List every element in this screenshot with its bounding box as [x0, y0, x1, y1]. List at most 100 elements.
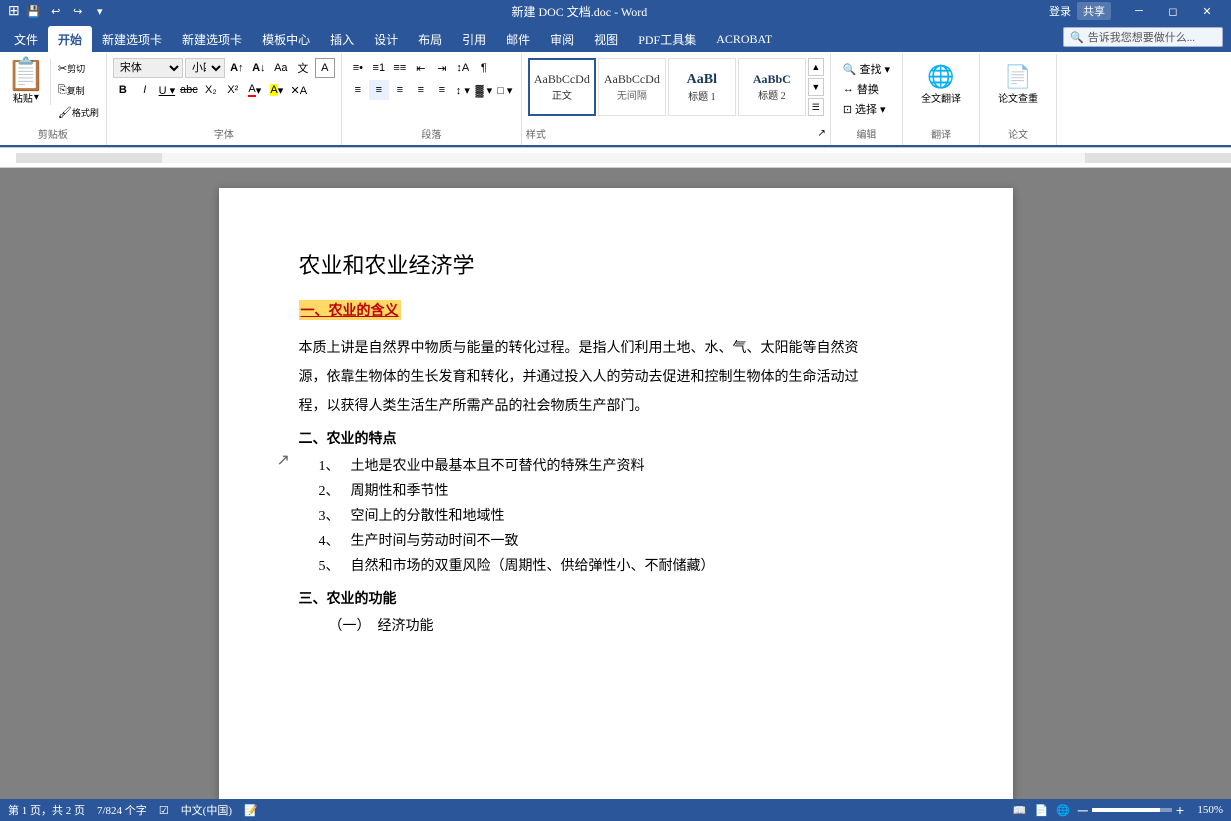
align-right-btn[interactable]: ≡ [390, 80, 410, 100]
lang-info[interactable]: 中文(中国) [181, 802, 232, 818]
style-normal[interactable]: AaBbCcDd 正文 [528, 58, 596, 116]
tab-review[interactable]: 审阅 [540, 26, 584, 52]
select-btn[interactable]: ⊡ 选择 ▾ [839, 100, 894, 118]
tab-view[interactable]: 视图 [584, 26, 628, 52]
minimize-btn[interactable]: ─ [1123, 0, 1155, 22]
decrease-indent-btn[interactable]: ⇤ [411, 58, 431, 78]
style-up-btn[interactable]: ▲ [808, 58, 824, 76]
view-web-btn[interactable]: 🌐 [1056, 804, 1070, 817]
tab-design[interactable]: 设计 [364, 26, 408, 52]
qa-arrow[interactable]: ▾ [90, 1, 110, 21]
find-btn[interactable]: 🔍 查找 ▾ [839, 60, 894, 78]
login-btn[interactable]: 登录 [1049, 3, 1071, 19]
shading-btn[interactable]: ▓ ▾ [474, 80, 494, 100]
heading-nongye-function[interactable]: 三、农业的功能 [299, 590, 397, 606]
para-meaning-1[interactable]: 本质上讲是自然界中物质与能量的转化过程。是指人们利用土地、水、气、太阳能等自然资 [299, 336, 933, 361]
cut-btn[interactable]: ✂ 剪切 [57, 58, 86, 78]
multilevel-btn[interactable]: ≡≡ [390, 58, 410, 78]
zoom-slider[interactable] [1092, 808, 1172, 812]
tab-insert[interactable]: 插入 [320, 26, 364, 52]
restore-btn[interactable]: ◻ [1157, 0, 1189, 22]
zoom-level[interactable]: 150% [1188, 804, 1223, 816]
strikethrough-btn[interactable]: abc [179, 80, 199, 100]
replace-icon: ↔ [843, 83, 854, 95]
paper-icon: 📄 [1004, 64, 1031, 90]
tab-references[interactable]: 引用 [452, 26, 496, 52]
ribbon-search[interactable]: 🔍 告诉我您想要做什么... [1063, 27, 1223, 47]
replace-btn[interactable]: ↔ 替换 [839, 80, 894, 98]
styles-gallery: AaBbCcDd 正文 AaBbCcDd 无间隔 AaBl 标题 1 AaBbC… [528, 58, 824, 116]
text-box-btn[interactable]: A [315, 58, 335, 78]
save-quick-btn[interactable]: 💾 [24, 1, 44, 21]
style-no-spacing[interactable]: AaBbCcDd 无间隔 [598, 58, 666, 116]
align-left-btn[interactable]: ≡ [348, 80, 368, 100]
tab-template[interactable]: 模板中心 [252, 26, 320, 52]
para-function-1[interactable]: （一） 经济功能 [299, 614, 933, 639]
highlight-btn[interactable]: A ▾ [267, 80, 287, 100]
paper-check-btn[interactable]: 📄 论文查重 [994, 60, 1042, 109]
paper-area[interactable]: ↗ 农业和农业经济学 一、农业的含义 本质上讲是自然界中物质与能量的转化过程。是… [0, 168, 1231, 799]
undo-quick-btn[interactable]: ↩ [46, 1, 66, 21]
tab-home[interactable]: 开始 [48, 26, 92, 52]
change-case-btn[interactable]: Aa [271, 58, 291, 78]
superscript-btn[interactable]: X² [223, 80, 243, 100]
copy-btn[interactable]: ⎘ 复制 [57, 80, 86, 100]
view-normal-btn[interactable]: 📖 [1013, 804, 1027, 817]
distribute-btn[interactable]: ≡ [432, 80, 452, 100]
bold-btn[interactable]: B [113, 80, 133, 100]
tab-file[interactable]: 文件 [4, 26, 48, 52]
list-item-1[interactable]: 1、 土地是农业中最基本且不可替代的特殊生产资料 [299, 454, 933, 479]
search-icon: 🔍 [1070, 31, 1084, 44]
underline-btn[interactable]: U ▾ [157, 80, 177, 100]
tab-new1[interactable]: 新建选项卡 [92, 26, 172, 52]
style-heading1[interactable]: AaBl 标题 1 [668, 58, 736, 116]
tab-new2[interactable]: 新建选项卡 [172, 26, 252, 52]
zoom-out-btn[interactable]: ─ [1078, 802, 1088, 818]
full-translate-btn[interactable]: 🌐 全文翻译 [917, 60, 965, 109]
user-area: 登录 共享 [1049, 2, 1111, 20]
paste-area[interactable]: 📋 粘贴▾ [6, 58, 51, 105]
font-color-btn[interactable]: A ▾ [245, 80, 265, 100]
list-item-5[interactable]: 5、 自然和市场的双重风险（周期性、供给弹性小、不耐储藏） [299, 554, 933, 579]
show-formatting-btn[interactable]: ¶ [474, 58, 494, 78]
styles-expand-btn[interactable]: ↗ [817, 128, 825, 139]
heading-nongye-meaning[interactable]: 一、农业的含义 [299, 300, 401, 320]
style-heading2[interactable]: AaBbC 标题 2 [738, 58, 806, 116]
list-item-4[interactable]: 4、 生产时间与劳动时间不一致 [299, 529, 933, 554]
line-spacing-btn[interactable]: ↕ ▾ [453, 80, 473, 100]
zoom-in-btn[interactable]: + [1176, 802, 1184, 818]
grow-font-btn[interactable]: A↑ [227, 58, 247, 78]
list-item-3[interactable]: 3、 空间上的分散性和地域性 [299, 504, 933, 529]
para-meaning-2[interactable]: 源，依靠生物体的生长发育和转化，并通过投入人的劳动去促进和控制生物体的生命活动过 [299, 365, 933, 390]
bullets-btn[interactable]: ≡• [348, 58, 368, 78]
heading-nongye-features[interactable]: 二、农业的特点 [299, 430, 397, 446]
share-btn[interactable]: 共享 [1077, 2, 1111, 20]
justify-btn[interactable]: ≡ [411, 80, 431, 100]
shrink-font-btn[interactable]: A↓ [249, 58, 269, 78]
tab-layout[interactable]: 布局 [408, 26, 452, 52]
increase-indent-btn[interactable]: ⇥ [432, 58, 452, 78]
border-btn[interactable]: □ ▾ [495, 80, 515, 100]
tab-pdf[interactable]: PDF工具集 [628, 26, 706, 52]
clipboard-group: 📋 粘贴▾ ✂ 剪切 ⎘ 复制 🖌 格式刷 [0, 54, 107, 145]
numbering-btn[interactable]: ≡1 [369, 58, 389, 78]
clear-format-btn[interactable]: ✕A [289, 80, 309, 100]
style-more-btn[interactable]: ☰ [808, 98, 824, 116]
tab-mailings[interactable]: 邮件 [496, 26, 540, 52]
close-btn[interactable]: ✕ [1191, 0, 1223, 22]
para-meaning-3[interactable]: 程，以获得人类生活生产所需产品的社会物质生产部门。 [299, 394, 933, 419]
format-painter-btn[interactable]: 🖌 格式刷 [57, 102, 100, 122]
font-name-select[interactable]: 宋体 [113, 58, 183, 78]
char-spacing-btn[interactable]: 文 [293, 58, 313, 78]
italic-btn[interactable]: I [135, 80, 155, 100]
style-nospace-label: 无间隔 [617, 87, 647, 102]
list-item-2[interactable]: 2、 周期性和季节性 [299, 479, 933, 504]
font-size-select[interactable]: 小四 [185, 58, 225, 78]
style-down-btn[interactable]: ▼ [808, 78, 824, 96]
tab-acrobat[interactable]: ACROBAT [706, 26, 782, 52]
redo-quick-btn[interactable]: ↪ [68, 1, 88, 21]
subscript-btn[interactable]: X₂ [201, 80, 221, 100]
sort-btn[interactable]: ↕A [453, 58, 473, 78]
align-center-btn[interactable]: ≡ [369, 80, 389, 100]
view-print-btn[interactable]: 📄 [1034, 804, 1048, 817]
